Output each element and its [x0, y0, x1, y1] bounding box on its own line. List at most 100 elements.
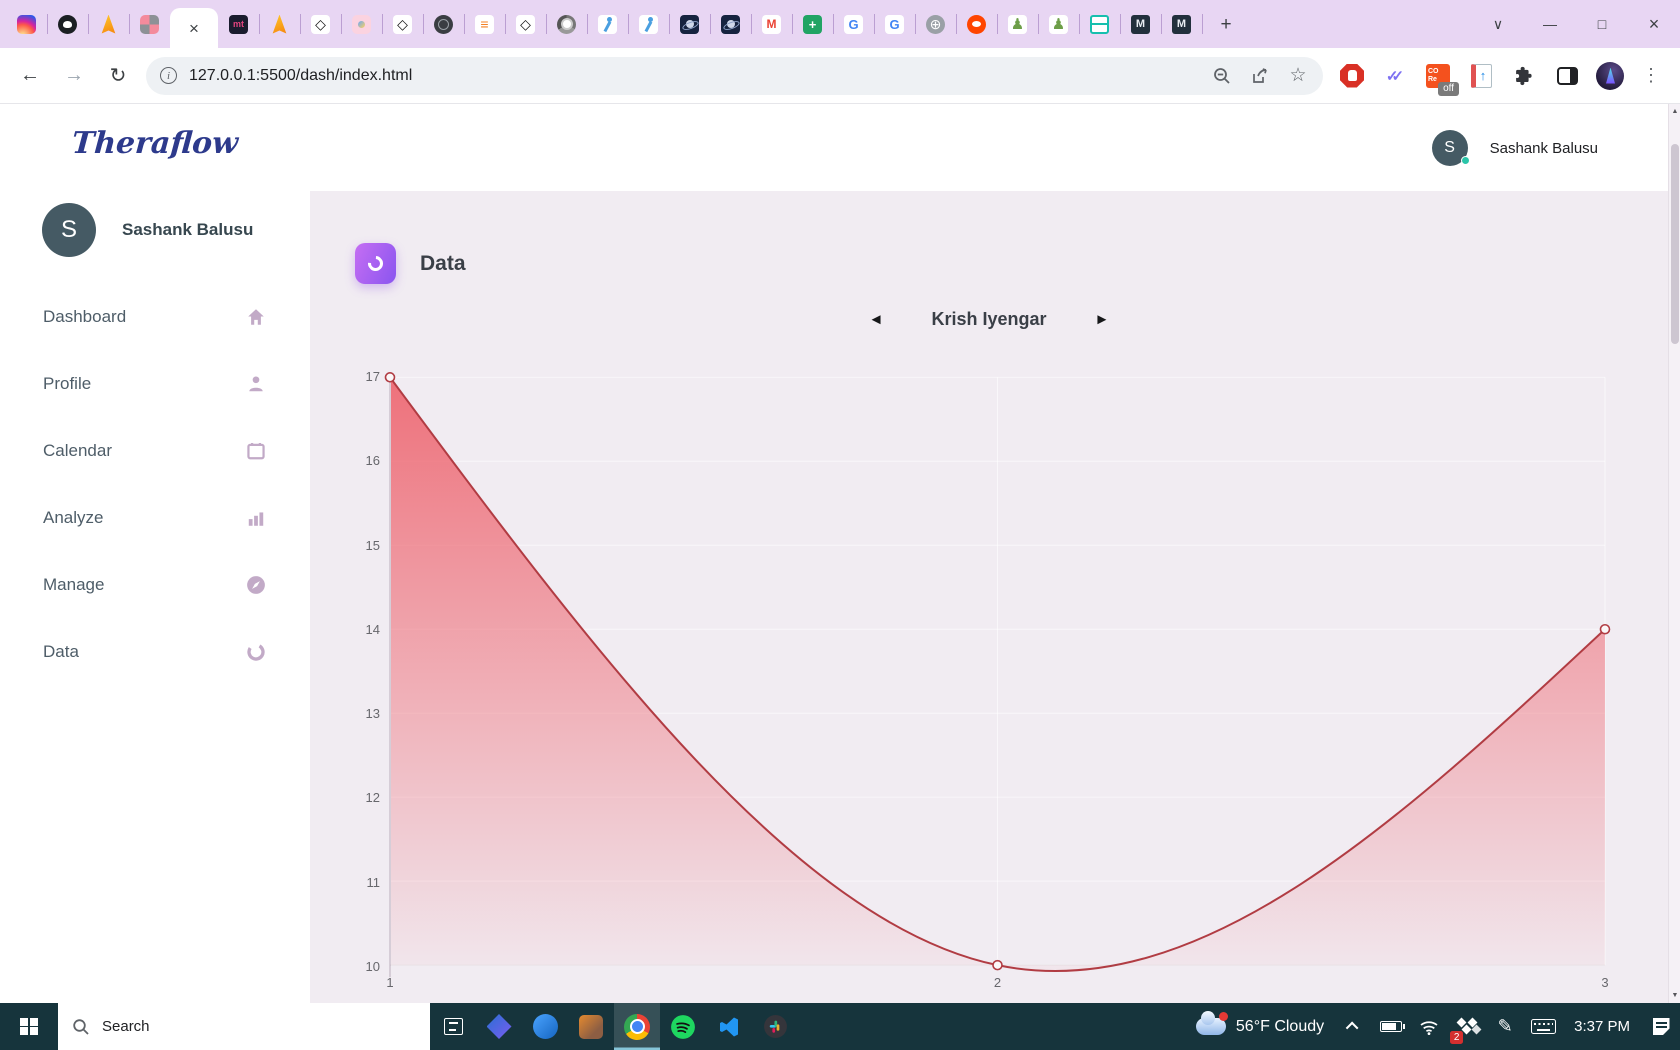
sidebar-item-data[interactable]: Data [0, 618, 310, 685]
forward-button[interactable]: → [58, 60, 90, 92]
teal-grid-favicon [1090, 14, 1109, 34]
tab-teal-grid[interactable] [1079, 0, 1120, 48]
scrollbar-thumb[interactable] [1671, 144, 1679, 344]
address-bar[interactable]: i 127.0.0.1:5500/dash/index.html ☆ [146, 56, 1323, 95]
y-axis-tick-label: 11 [366, 874, 381, 890]
tab-globe[interactable]: ⊕ [915, 0, 956, 48]
m-dark-favicon: M [1172, 14, 1191, 34]
scroll-down-arrow-icon[interactable]: ▼ [1669, 992, 1680, 999]
side-panel-icon[interactable] [1554, 63, 1580, 89]
tab-monkeytype[interactable]: mt [218, 0, 259, 48]
close-tab-icon[interactable]: × [189, 20, 199, 37]
browser-menu-icon[interactable]: ⋮ [1636, 65, 1666, 86]
tab-instagram[interactable] [6, 0, 47, 48]
active-tab[interactable]: × [170, 8, 218, 48]
sidebar-item-calendar[interactable]: Calendar [0, 417, 310, 484]
browser-profile-avatar[interactable] [1596, 61, 1624, 90]
tab-space[interactable] [669, 0, 710, 48]
taskbar-search[interactable]: Search [58, 1003, 430, 1050]
close-window-button[interactable]: × [1628, 0, 1680, 48]
tab-search-chevron-icon[interactable]: ∨ [1472, 0, 1524, 48]
stop-hand-extension-icon[interactable] [1339, 63, 1365, 89]
sidebar-item-analyze[interactable]: Analyze [0, 484, 310, 551]
google-favicon: G [844, 14, 863, 34]
clock[interactable]: 3:37 PM [1562, 1018, 1642, 1035]
minimize-button[interactable]: — [1524, 0, 1576, 48]
tab-person-blue[interactable] [628, 0, 669, 48]
weather-widget[interactable]: 56°F Cloudy [1186, 1011, 1334, 1036]
data-ring-icon [355, 243, 396, 284]
page-scrollbar[interactable]: ▲ ▼ [1668, 104, 1680, 1003]
sidebar-item-profile[interactable]: Profile [0, 350, 310, 417]
chess-pawn-favicon: ♟ [1008, 14, 1027, 34]
tab-green-cross[interactable]: + [792, 0, 833, 48]
tab-chess-pawn[interactable]: ♟ [997, 0, 1038, 48]
header-avatar-initial: S [1444, 139, 1455, 156]
prev-arrow-icon[interactable]: ◄ [869, 312, 884, 327]
site-info-icon[interactable]: i [160, 67, 177, 84]
hidden-icons-chevron[interactable] [1334, 1003, 1372, 1050]
vscode-taskbar-icon[interactable] [706, 1003, 752, 1050]
y-axis-tick-label: 15 [365, 537, 380, 553]
tab-firebase[interactable] [259, 0, 300, 48]
sync-app-icon[interactable]: 2 [1448, 1003, 1486, 1050]
github-favicon [58, 14, 77, 34]
tab-stackoverflow[interactable]: ≡ [464, 0, 505, 48]
tab-person-blue[interactable] [587, 0, 628, 48]
tab-space[interactable] [710, 0, 751, 48]
header-user-chip[interactable]: S Sashank Balusu [1431, 130, 1598, 166]
zoom-out-icon[interactable] [1211, 65, 1233, 87]
maximize-button[interactable]: □ [1576, 0, 1628, 48]
app-blue-1-taskbar-icon[interactable] [476, 1003, 522, 1050]
tab-m-dark[interactable]: M [1161, 0, 1202, 48]
battery-icon[interactable] [1372, 1003, 1410, 1050]
scroll-up-arrow-icon[interactable]: ▲ [1669, 108, 1680, 115]
tab-gmail[interactable]: M [751, 0, 792, 48]
x-axis-tick-label: 1 [386, 975, 394, 990]
tab-m-dark[interactable]: M [1120, 0, 1161, 48]
bookmark-star-icon[interactable]: ☆ [1287, 65, 1309, 87]
start-button[interactable] [0, 1003, 58, 1050]
reload-button[interactable]: ↻ [102, 60, 134, 92]
puzzle-extensions-icon[interactable] [1511, 63, 1537, 89]
task-view-button[interactable] [430, 1003, 476, 1050]
windows-taskbar: Search 56°F Cloudy 2 ✎ 3:37 PM [0, 1003, 1680, 1050]
tab-dark-globe[interactable] [423, 0, 464, 48]
touch-keyboard-icon[interactable] [1524, 1003, 1562, 1050]
new-tab-button[interactable]: + [1202, 0, 1250, 48]
firebase-favicon [101, 14, 116, 34]
next-arrow-icon[interactable]: ► [1095, 312, 1110, 327]
share-icon[interactable] [1249, 65, 1271, 87]
journal-extension-icon[interactable]: ↑ [1468, 63, 1494, 89]
core-extension-icon[interactable]: CO Re off [1425, 63, 1459, 96]
tab-grid-app[interactable] [129, 0, 170, 48]
app-amber-taskbar-icon[interactable] [568, 1003, 614, 1050]
tab-cube[interactable]: ◇ [382, 0, 423, 48]
sidebar-item-dashboard[interactable]: Dashboard [0, 283, 310, 350]
sidebar-item-manage[interactable]: Manage [0, 551, 310, 618]
chrome-taskbar-icon[interactable] [614, 1003, 660, 1050]
tab-pink-app[interactable] [341, 0, 382, 48]
back-button[interactable]: ← [14, 60, 46, 92]
url-text[interactable]: 127.0.0.1:5500/dash/index.html [189, 67, 1199, 85]
tab-chess-pawn[interactable]: ♟ [1038, 0, 1079, 48]
tab-reddit[interactable] [956, 0, 997, 48]
double-check-extension-icon[interactable]: ✓✓ [1382, 63, 1408, 89]
cube-favicon: ◇ [393, 14, 412, 34]
tab-google[interactable]: G [874, 0, 915, 48]
spotify-taskbar-icon[interactable] [660, 1003, 706, 1050]
dark-globe-favicon [434, 14, 453, 34]
tab-chrome-gray[interactable] [546, 0, 587, 48]
slack-taskbar-icon[interactable] [752, 1003, 798, 1050]
pen-icon[interactable]: ✎ [1486, 1003, 1524, 1050]
app-blue-2-taskbar-icon[interactable] [522, 1003, 568, 1050]
wifi-icon[interactable] [1410, 1003, 1448, 1050]
tab-google[interactable]: G [833, 0, 874, 48]
y-axis-tick-label: 16 [365, 453, 380, 469]
tab-cube[interactable]: ◇ [300, 0, 341, 48]
action-center-icon[interactable] [1642, 1003, 1680, 1050]
tab-firebase[interactable] [88, 0, 129, 48]
browser-toolbar: ← → ↻ i 127.0.0.1:5500/dash/index.html ☆… [0, 48, 1680, 104]
tab-cube[interactable]: ◇ [505, 0, 546, 48]
tab-github[interactable] [47, 0, 88, 48]
